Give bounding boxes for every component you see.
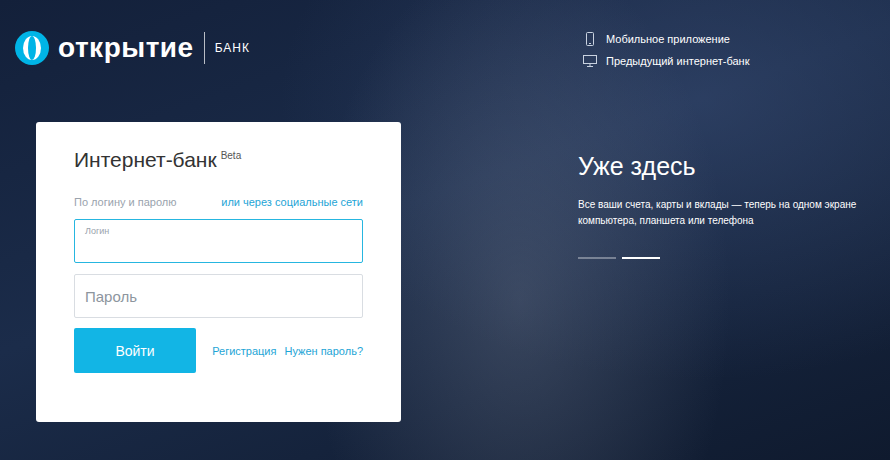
mode-row: По логину и паролю или через социальные с… xyxy=(74,196,363,208)
bank-logo[interactable]: открытие БАНК xyxy=(14,28,250,68)
action-link[interactable]: Регистрация xyxy=(212,345,276,357)
field-label: Логин xyxy=(85,226,352,236)
top-link[interactable]: Предыдущий интернет-банк xyxy=(583,54,890,68)
promo-title: Уже здесь xyxy=(578,152,878,181)
promo-text: Все ваши счета, карты и вклады — теперь … xyxy=(578,197,878,229)
monitor-icon xyxy=(583,54,597,68)
field-input[interactable] xyxy=(85,236,352,253)
field-input[interactable] xyxy=(85,288,352,305)
bank-logo-icon xyxy=(14,30,50,66)
text-field[interactable]: Логин xyxy=(74,219,363,263)
action-link[interactable]: Нужен пароль? xyxy=(284,345,363,357)
beta-badge: Beta xyxy=(221,150,242,161)
logo-suffix: БАНК xyxy=(215,41,250,55)
slide-dot[interactable] xyxy=(622,257,660,259)
header: открытие БАНК Мобильное приложение Предыдущ… xyxy=(0,0,890,122)
promo: Уже здесь Все ваши счета, карты и вклады … xyxy=(578,122,878,422)
top-links: Мобильное приложение Предыдущий интернет-… xyxy=(583,28,890,122)
logo-divider xyxy=(204,32,205,64)
login-page: открытие БАНК Мобильное приложение Предыдущ… xyxy=(0,0,890,460)
slide-indicator xyxy=(578,257,878,259)
mode-label: По логину и паролю xyxy=(74,196,176,208)
slide-dot[interactable] xyxy=(578,257,616,259)
card-title: Интернет-банкBeta xyxy=(74,148,363,172)
phone-icon xyxy=(583,32,597,46)
login-card: Интернет-банкBeta По логину и паролю или ч… xyxy=(36,122,401,422)
top-link[interactable]: Мобильное приложение xyxy=(583,32,890,46)
main: Интернет-банкBeta По логину и паролю или ч… xyxy=(0,122,890,422)
action-links: Регистрация Нужен пароль? xyxy=(212,345,363,357)
submit-button[interactable]: Войти xyxy=(74,328,196,373)
logo-name: открытие xyxy=(58,32,194,64)
text-field[interactable] xyxy=(74,274,363,318)
actions: Войти Регистрация Нужен пароль? xyxy=(74,328,363,373)
social-login-link[interactable]: или через социальные сети xyxy=(221,196,363,208)
